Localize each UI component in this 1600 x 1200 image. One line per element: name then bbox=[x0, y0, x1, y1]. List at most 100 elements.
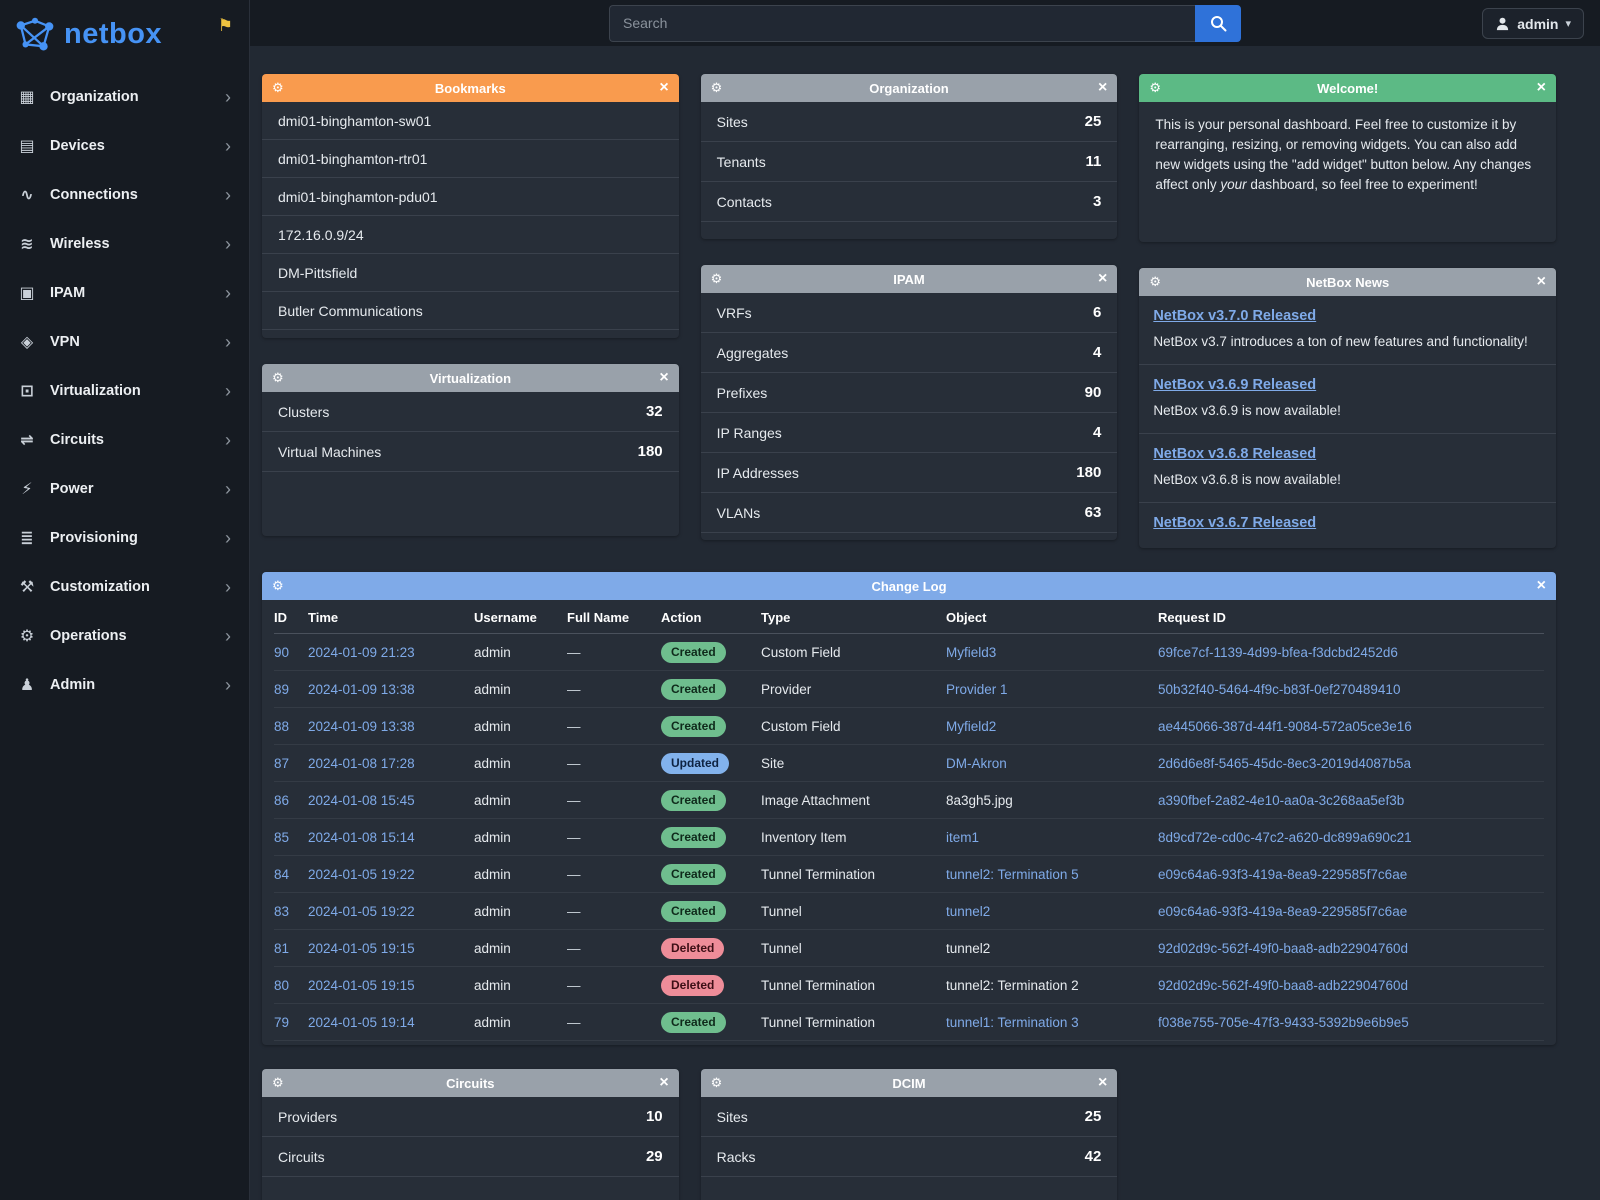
changelog-request-id-link[interactable]: 8d9cd72e-cd0c-47c2-a620-dc899a690c21 bbox=[1158, 830, 1544, 845]
bookmark-item[interactable]: dmi01-binghamton-pdu01 bbox=[262, 178, 679, 216]
changelog-object-link[interactable]: tunnel2 bbox=[946, 941, 1158, 956]
stat-row[interactable]: Contacts 3 bbox=[701, 182, 1118, 222]
changelog-time-link[interactable]: 2024-01-05 19:14 bbox=[308, 1015, 474, 1030]
search-input[interactable] bbox=[609, 5, 1195, 42]
news-title-link[interactable]: NetBox v3.7.0 Released bbox=[1153, 308, 1316, 324]
widget-gear-icon[interactable]: ⚙ bbox=[1149, 81, 1167, 96]
widget-close-icon[interactable]: × bbox=[1528, 274, 1546, 290]
widget-gear-icon[interactable]: ⚙ bbox=[272, 81, 290, 96]
widget-gear-icon[interactable]: ⚙ bbox=[272, 371, 290, 386]
widget-close-icon[interactable]: × bbox=[651, 1075, 669, 1091]
changelog-time-link[interactable]: 2024-01-09 13:38 bbox=[308, 682, 474, 697]
changelog-request-id-link[interactable]: a390fbef-2a82-4e10-aa0a-3c268aa5ef3b bbox=[1158, 793, 1544, 808]
changelog-time-link[interactable]: 2024-01-05 19:22 bbox=[308, 867, 474, 882]
stat-row[interactable]: Aggregates 4 bbox=[701, 333, 1118, 373]
changelog-object-link[interactable]: Myfield2 bbox=[946, 719, 1158, 734]
logo[interactable]: netbox ⚑ bbox=[0, 0, 249, 66]
changelog-id-link[interactable]: 79 bbox=[274, 1015, 308, 1030]
changelog-object-link[interactable]: tunnel2 bbox=[946, 904, 1158, 919]
sidebar-item[interactable]: ⚒ Customization › bbox=[0, 562, 249, 611]
widget-gear-icon[interactable]: ⚙ bbox=[711, 1076, 729, 1091]
stat-row[interactable]: Virtual Machines 180 bbox=[262, 432, 679, 472]
stat-row[interactable]: Providers 10 bbox=[262, 1097, 679, 1137]
changelog-id-link[interactable]: 81 bbox=[274, 941, 308, 956]
news-title-link[interactable]: NetBox v3.6.8 Released bbox=[1153, 446, 1316, 462]
sidebar-item[interactable]: ◈ VPN › bbox=[0, 317, 249, 366]
changelog-time-link[interactable]: 2024-01-08 15:14 bbox=[308, 830, 474, 845]
widget-gear-icon[interactable]: ⚙ bbox=[272, 1076, 290, 1091]
stat-row[interactable]: Sites 25 bbox=[701, 1097, 1118, 1137]
stat-row[interactable]: Clusters 32 bbox=[262, 392, 679, 432]
widget-close-icon[interactable]: × bbox=[651, 80, 669, 96]
widget-close-icon[interactable]: × bbox=[1089, 271, 1107, 287]
sidebar-item[interactable]: ⊡ Virtualization › bbox=[0, 366, 249, 415]
stat-row[interactable]: Prefixes 90 bbox=[701, 373, 1118, 413]
changelog-time-link[interactable]: 2024-01-05 19:15 bbox=[308, 978, 474, 993]
user-menu-button[interactable]: admin ▾ bbox=[1482, 8, 1584, 39]
stat-row[interactable]: Circuits 29 bbox=[262, 1137, 679, 1177]
changelog-id-link[interactable]: 86 bbox=[274, 793, 308, 808]
changelog-id-link[interactable]: 85 bbox=[274, 830, 308, 845]
changelog-object-link[interactable]: 8a3gh5.jpg bbox=[946, 793, 1158, 808]
sidebar-item[interactable]: ⇌ Circuits › bbox=[0, 415, 249, 464]
changelog-object-link[interactable]: Provider 1 bbox=[946, 682, 1158, 697]
sidebar-item[interactable]: ⚡ Power › bbox=[0, 464, 249, 513]
widget-gear-icon[interactable]: ⚙ bbox=[272, 579, 290, 594]
changelog-object-link[interactable]: Myfield3 bbox=[946, 645, 1158, 660]
widget-gear-icon[interactable]: ⚙ bbox=[711, 272, 729, 287]
changelog-request-id-link[interactable]: ae445066-387d-44f1-9084-572a05ce3e16 bbox=[1158, 719, 1544, 734]
changelog-object-link[interactable]: DM-Akron bbox=[946, 756, 1158, 771]
changelog-time-link[interactable]: 2024-01-05 19:22 bbox=[308, 904, 474, 919]
sidebar-item[interactable]: ▦ Organization › bbox=[0, 72, 249, 121]
bookmark-item[interactable]: Butler Communications bbox=[262, 292, 679, 330]
stat-row[interactable]: IP Addresses 180 bbox=[701, 453, 1118, 493]
changelog-time-link[interactable]: 2024-01-05 19:15 bbox=[308, 941, 474, 956]
changelog-request-id-link[interactable]: e09c64a6-93f3-419a-8ea9-229585f7c6ae bbox=[1158, 904, 1544, 919]
changelog-id-link[interactable]: 83 bbox=[274, 904, 308, 919]
stat-row[interactable]: Tenants 11 bbox=[701, 142, 1118, 182]
news-title-link[interactable]: NetBox v3.6.7 Released bbox=[1153, 515, 1316, 531]
stat-row[interactable]: IP Ranges 4 bbox=[701, 413, 1118, 453]
news-title-link[interactable]: NetBox v3.6.9 Released bbox=[1153, 377, 1316, 393]
changelog-object-link[interactable]: tunnel2: Termination 2 bbox=[946, 978, 1158, 993]
widget-close-icon[interactable]: × bbox=[1089, 1075, 1107, 1091]
changelog-object-link[interactable]: tunnel1: Termination 3 bbox=[946, 1015, 1158, 1030]
stat-row[interactable]: VLANs 63 bbox=[701, 493, 1118, 533]
changelog-request-id-link[interactable]: f038e755-705e-47f3-9433-5392b9e6b9e5 bbox=[1158, 1015, 1544, 1030]
stat-row[interactable]: Racks 42 bbox=[701, 1137, 1118, 1177]
changelog-id-link[interactable]: 89 bbox=[274, 682, 308, 697]
search-button[interactable] bbox=[1195, 5, 1241, 42]
changelog-time-link[interactable]: 2024-01-08 17:28 bbox=[308, 756, 474, 771]
stat-row[interactable]: Sites 25 bbox=[701, 102, 1118, 142]
changelog-request-id-link[interactable]: 69fce7cf-1139-4d99-bfea-f3dcbd2452d6 bbox=[1158, 645, 1544, 660]
widget-gear-icon[interactable]: ⚙ bbox=[711, 81, 729, 96]
changelog-request-id-link[interactable]: e09c64a6-93f3-419a-8ea9-229585f7c6ae bbox=[1158, 867, 1544, 882]
sidebar-item[interactable]: ≣ Provisioning › bbox=[0, 513, 249, 562]
changelog-id-link[interactable]: 90 bbox=[274, 645, 308, 660]
changelog-request-id-link[interactable]: 50b32f40-5464-4f9c-b83f-0ef270489410 bbox=[1158, 682, 1544, 697]
changelog-time-link[interactable]: 2024-01-09 21:23 bbox=[308, 645, 474, 660]
stat-row[interactable]: VRFs 6 bbox=[701, 293, 1118, 333]
changelog-request-id-link[interactable]: 92d02d9c-562f-49f0-baa8-adb22904760d bbox=[1158, 978, 1544, 993]
widget-gear-icon[interactable]: ⚙ bbox=[1149, 275, 1167, 290]
changelog-request-id-link[interactable]: 92d02d9c-562f-49f0-baa8-adb22904760d bbox=[1158, 941, 1544, 956]
bookmark-item[interactable]: dmi01-binghamton-sw01 bbox=[262, 102, 679, 140]
bookmark-item[interactable]: dmi01-binghamton-rtr01 bbox=[262, 140, 679, 178]
sidebar-item[interactable]: ♟ Admin › bbox=[0, 660, 249, 709]
changelog-object-link[interactable]: tunnel2: Termination 5 bbox=[946, 867, 1158, 882]
sidebar-item[interactable]: ≋ Wireless › bbox=[0, 219, 249, 268]
sidebar-item[interactable]: ▣ IPAM › bbox=[0, 268, 249, 317]
changelog-id-link[interactable]: 88 bbox=[274, 719, 308, 734]
sidebar-item[interactable]: ∿ Connections › bbox=[0, 170, 249, 219]
changelog-request-id-link[interactable]: 2d6d6e8f-5465-45dc-8ec3-2019d4087b5a bbox=[1158, 756, 1544, 771]
widget-close-icon[interactable]: × bbox=[1528, 578, 1546, 594]
bookmark-item[interactable]: DM-Pittsfield bbox=[262, 254, 679, 292]
bookmark-flag-icon[interactable]: ⚑ bbox=[218, 16, 233, 36]
bookmark-item[interactable]: 172.16.0.9/24 bbox=[262, 216, 679, 254]
sidebar-item[interactable]: ⚙ Operations › bbox=[0, 611, 249, 660]
widget-close-icon[interactable]: × bbox=[651, 370, 669, 386]
changelog-time-link[interactable]: 2024-01-09 13:38 bbox=[308, 719, 474, 734]
widget-close-icon[interactable]: × bbox=[1528, 80, 1546, 96]
sidebar-item[interactable]: ▤ Devices › bbox=[0, 121, 249, 170]
widget-close-icon[interactable]: × bbox=[1089, 80, 1107, 96]
